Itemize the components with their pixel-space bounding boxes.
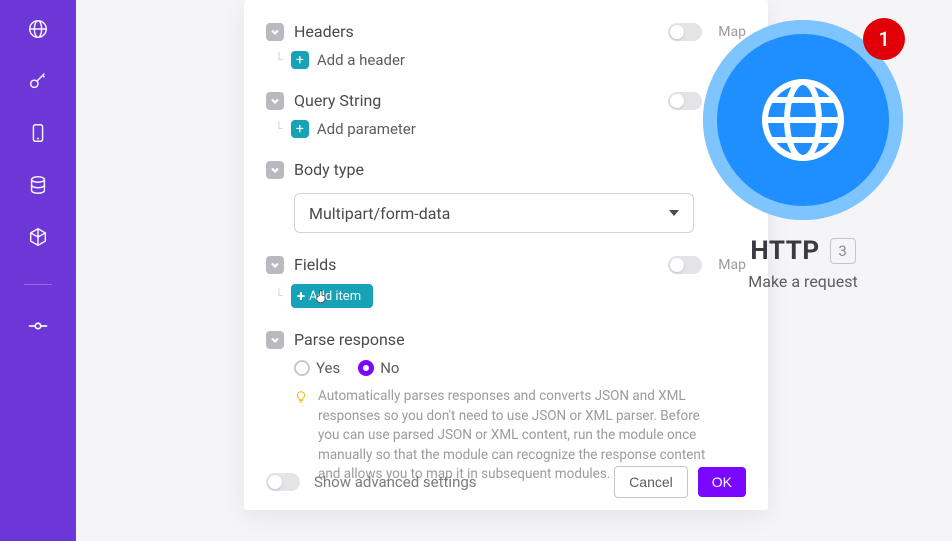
mobile-icon[interactable] xyxy=(27,122,49,144)
chevron-down-icon[interactable] xyxy=(266,161,284,179)
plus-icon[interactable]: + xyxy=(291,51,309,69)
commit-icon[interactable] xyxy=(27,315,49,337)
tree-branch-icon: └ xyxy=(275,53,283,68)
body-type-label: Body type xyxy=(294,160,364,179)
node-subtitle: Make a request xyxy=(748,272,857,291)
body-type-value: Multipart/form-data xyxy=(309,204,450,223)
cube-icon[interactable] xyxy=(27,226,49,248)
parse-no-label: No xyxy=(380,359,399,377)
fields-section: Fields Map └ + Add item xyxy=(266,255,746,308)
add-item-button[interactable]: + Add item xyxy=(291,284,373,308)
query-label: Query String xyxy=(294,91,381,110)
sidebar-separator xyxy=(24,284,52,285)
node-circle: 1 xyxy=(703,20,903,220)
chevron-down-icon[interactable] xyxy=(266,256,284,274)
headers-label: Headers xyxy=(294,22,354,41)
node-count: 3 xyxy=(830,238,856,264)
chevron-down-icon[interactable] xyxy=(266,331,284,349)
headers-section: Headers Map └ + Add a header xyxy=(266,22,746,69)
globe-large-icon xyxy=(753,70,853,170)
ok-button[interactable]: OK xyxy=(698,467,746,497)
node-title: HTTP xyxy=(750,236,819,266)
http-module-node[interactable]: 1 HTTP 3 Make a request xyxy=(698,20,908,291)
cursor-hand-icon xyxy=(313,287,331,309)
advanced-toggle[interactable] xyxy=(266,473,300,491)
parse-no-radio[interactable]: No xyxy=(358,359,399,377)
tree-branch-icon: └ xyxy=(275,122,283,137)
body-type-section: Body type Multipart/form-data xyxy=(266,160,746,233)
key-icon[interactable] xyxy=(27,70,49,92)
parse-response-section: Parse response Yes No Automatically pars… xyxy=(266,330,746,485)
add-parameter-button[interactable]: Add parameter xyxy=(317,120,416,138)
database-icon[interactable] xyxy=(27,174,49,196)
radio-selected-icon xyxy=(358,360,374,376)
config-panel: Headers Map └ + Add a header Query Strin… xyxy=(244,0,768,510)
chevron-down-icon[interactable] xyxy=(266,92,284,110)
body-type-select[interactable]: Multipart/form-data xyxy=(294,193,694,233)
left-sidebar xyxy=(0,0,76,541)
plus-icon: + xyxy=(297,287,305,305)
plus-icon[interactable]: + xyxy=(291,120,309,138)
parse-label: Parse response xyxy=(294,330,405,349)
radio-icon xyxy=(294,360,310,376)
query-section: Query String Map └ + Add parameter xyxy=(266,91,746,138)
node-badge: 1 xyxy=(863,18,905,60)
tree-branch-icon: └ xyxy=(275,289,283,304)
globe-icon[interactable] xyxy=(27,18,49,40)
chevron-down-icon[interactable] xyxy=(266,23,284,41)
parse-yes-radio[interactable]: Yes xyxy=(294,359,340,377)
panel-footer: Show advanced settings Cancel OK xyxy=(266,466,746,498)
parse-yes-label: Yes xyxy=(316,359,340,377)
canvas: Headers Map └ + Add a header Query Strin… xyxy=(76,0,952,541)
caret-down-icon xyxy=(669,210,679,216)
cancel-button[interactable]: Cancel xyxy=(614,466,688,498)
add-header-button[interactable]: Add a header xyxy=(317,51,405,69)
fields-label: Fields xyxy=(294,255,336,274)
advanced-label: Show advanced settings xyxy=(314,473,477,491)
